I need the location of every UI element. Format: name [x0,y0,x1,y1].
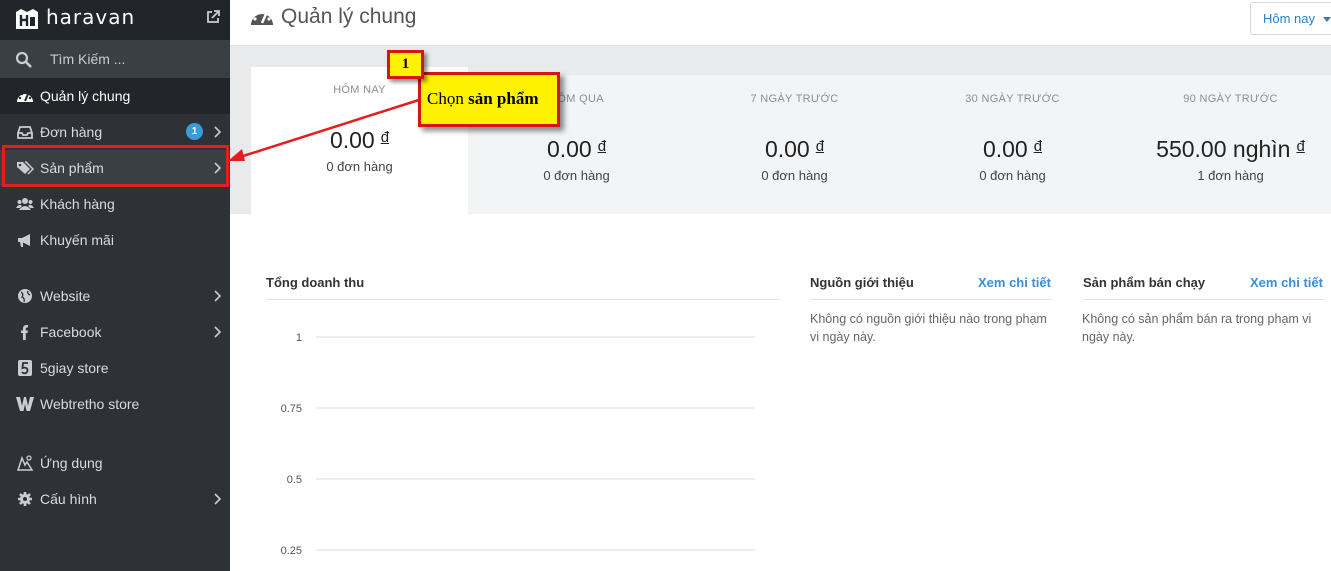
stat-value: 550.00 nghìn đ [1156,136,1305,162]
chevron-right-icon [214,493,222,505]
pointer-arrow [228,97,423,161]
search-input[interactable] [50,49,210,69]
haravan-logo-icon[interactable] [13,6,41,32]
users-icon [16,198,34,210]
sidebar-item-label: Facebook [40,324,102,340]
sidebar-search [0,40,230,78]
revenue-title: Tổng doanh thu [266,275,365,290]
products-highlight-box [2,145,229,187]
sidebar-item-webtretho-store[interactable]: Webtretho store [0,386,230,422]
orders-count-badge: 1 [186,123,203,140]
sidebar-item-website[interactable]: Website [0,278,230,314]
brand-name[interactable]: haravan [46,5,135,29]
dashboard-icon [17,92,33,102]
currency-symbol: đ [1033,138,1043,155]
stat-value: 0.00 đ [546,136,607,162]
sidebar-item-label: Ứng dụng [40,455,103,471]
date-range-dropdown[interactable]: Hôm nay [1250,2,1331,35]
caret-down-icon [1323,17,1331,22]
best-sellers-title: Sản phẩm bán chạy [1083,275,1206,290]
referrals-empty-message: Không có nguồn giới thiệu nào trong phạm… [810,312,1047,344]
y-tick-label: 0.75 [281,403,302,415]
stat-7-days[interactable]: 7 NGÀY TRƯỚC 0.00 đ 0 đơn hàng [686,93,903,183]
sidebar-item-label: Khuyến mãi [40,232,114,248]
referrals-title: Nguồn giới thiệu [810,275,914,290]
sidebar-item-apps[interactable]: Ứng dụng [0,445,230,481]
page-header: Quản lý chung Hôm nay [230,0,1331,46]
globe-icon [18,289,32,303]
dashboard-icon [251,11,273,25]
best-sellers-details-link[interactable]: Xem chi tiết [1250,275,1323,290]
stat-orders: 0 đơn hàng [979,168,1046,183]
sidebar-item-label: Đơn hàng [40,124,103,140]
sidebar-item-label: 5giay store [40,360,109,376]
sidebar-item-facebook[interactable]: Facebook [0,314,230,350]
apps-icon [16,455,34,471]
divider [810,299,1052,300]
callout-label: Chọn sản phẩm [418,72,560,127]
stat-30-days[interactable]: 30 NGÀY TRƯỚC 0.00 đ 0 đơn hàng [904,93,1121,183]
sidebar-item-label: Cấu hình [40,491,97,507]
date-range-label: Hôm nay [1263,11,1316,26]
sidebar-item-label: Webtretho store [40,396,140,412]
sidebar-item-label: Website [40,288,91,304]
divider [1083,299,1325,300]
stat-value: 0.00 đ [982,136,1043,162]
sidebar-item-5giay-store[interactable]: 5giay store [0,350,230,386]
referrals-details-link[interactable]: Xem chi tiết [978,275,1051,290]
webtretho-icon [16,397,34,411]
sidebar-item-promotions[interactable]: Khuyến mãi [0,222,230,258]
gear-icon [18,492,32,506]
logo-bar: haravan [0,0,230,40]
bullhorn-icon [18,234,30,247]
y-tick-label: 1 [296,332,302,344]
page-title: Quản lý chung [281,5,417,28]
search-icon [15,51,32,68]
y-tick-label: 0.5 [287,474,302,486]
chevron-right-icon [214,326,222,338]
sidebar-item-dashboard[interactable]: Quản lý chung [0,78,230,114]
stat-orders: 0 đơn hàng [543,168,610,183]
currency-symbol: đ [597,138,607,155]
step-number: 1 [387,50,424,79]
sidebar-item-label: Khách hàng [40,196,115,212]
chevron-right-icon [214,290,222,302]
stat-value: 0.00 đ [764,136,825,162]
stat-label: 7 NGÀY TRƯỚC [750,93,839,105]
stat-90-days[interactable]: 90 NGÀY TRƯỚC 550.00 nghìn đ 1 đơn hàng [1122,93,1331,183]
stat-label: 30 NGÀY TRƯỚC [965,93,1060,105]
stat-orders: 1 đơn hàng [1197,168,1264,183]
best-sellers-empty-message: Không có sản phẩm bán ra trong phạm vi n… [1082,312,1312,344]
5giay-icon [18,360,32,376]
sidebar-item-customers[interactable]: Khách hàng [0,186,230,222]
facebook-icon [21,325,28,340]
currency-symbol: đ [1296,138,1305,155]
inbox-icon [17,126,33,139]
sidebar: haravan Quản lý chung Đơn hàng 1 [0,0,230,571]
sidebar-item-label: Quản lý chung [40,88,131,104]
stat-orders: 0 đơn hàng [761,168,828,183]
currency-symbol: đ [815,138,825,155]
sidebar-item-settings[interactable]: Cấu hình [0,481,230,517]
revenue-chart: 1 0.75 0.5 0.25 [281,332,755,557]
external-link-icon[interactable] [205,9,221,25]
divider [266,299,780,300]
y-tick-label: 0.25 [281,545,302,557]
stat-label: 90 NGÀY TRƯỚC [1183,93,1278,105]
chevron-right-icon [214,126,222,138]
